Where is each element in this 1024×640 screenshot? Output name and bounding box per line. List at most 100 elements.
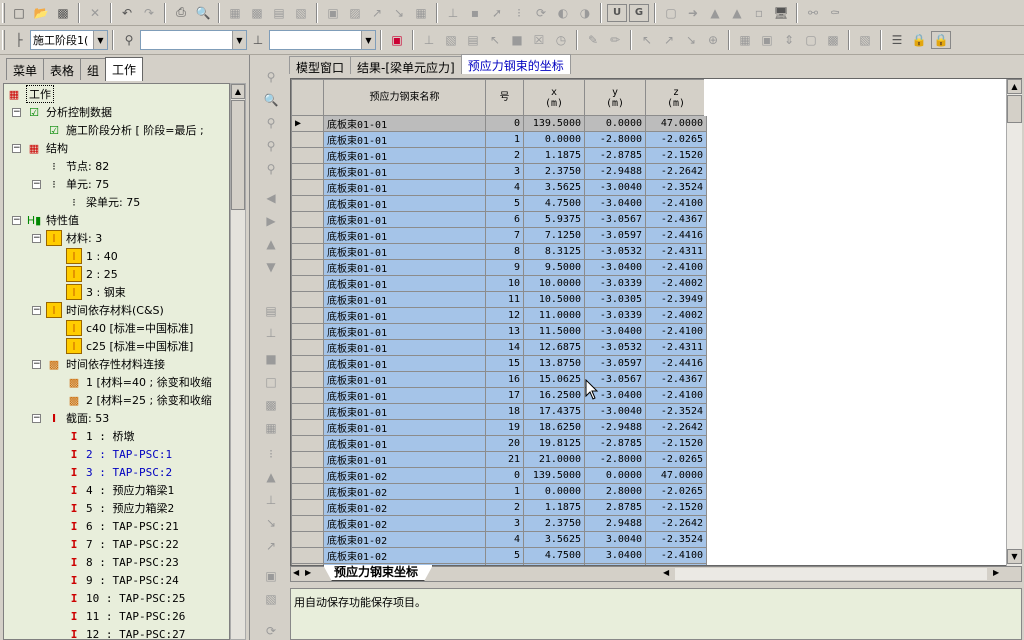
undo-icon[interactable]: ↶ — [117, 4, 137, 22]
cell-x[interactable]: 4.7500 — [523, 195, 585, 212]
cell-z[interactable]: -2.4100 — [645, 547, 707, 564]
zoom-fit-icon[interactable]: ⚲ — [261, 137, 281, 155]
cell-y[interactable]: 2.9488 — [584, 515, 646, 532]
chevron-down-icon[interactable]: ▼ — [93, 31, 107, 49]
table-row[interactable]: 底板束01-01 14 12.6875 -3.0532 -2.4311 — [291, 339, 707, 356]
table-row[interactable]: 底板束01-01 6 5.9375 -3.0567 -2.4367 — [291, 211, 707, 228]
cell-point-no[interactable]: 16 — [485, 371, 524, 388]
table-row[interactable]: 底板束01-01 8 8.3125 -3.0532 -2.4311 — [291, 243, 707, 260]
collapse-toggle-icon[interactable]: − — [12, 216, 21, 225]
cell-tendon-name[interactable]: 底板束01-02 — [323, 531, 486, 548]
cell-y[interactable]: -2.8000 — [584, 451, 646, 468]
collapse-toggle-icon[interactable]: − — [32, 306, 41, 315]
cell-y[interactable]: 0.0000 — [584, 115, 646, 132]
tree-item-section-1[interactable]: I 1 : 桥墩 — [66, 427, 135, 445]
tab-works[interactable]: 工作 — [105, 57, 144, 81]
cell-point-no[interactable]: 5 — [485, 195, 524, 212]
cell-y[interactable]: -2.9488 — [584, 419, 646, 436]
print-icon[interactable]: ⎙ — [171, 4, 191, 22]
cell-x[interactable]: 18.6250 — [523, 419, 585, 436]
cell-tendon-name[interactable]: 底板束01-02 — [323, 483, 486, 500]
grid-snap-icon[interactable]: ▧ — [291, 4, 311, 22]
cell-y[interactable]: 2.8000 — [584, 483, 646, 500]
tab-menu[interactable]: 菜单 — [6, 58, 45, 80]
cell-tendon-name[interactable]: 底板束01-01 — [323, 307, 486, 324]
cell-tendon-name[interactable]: 底板束01-01 — [323, 355, 486, 372]
cell-x[interactable]: 21.0000 — [523, 451, 585, 468]
toolbar-grip[interactable] — [2, 2, 5, 23]
cell-tendon-name[interactable]: 底板束01-02 — [323, 547, 486, 564]
cell-point-no[interactable]: 3 — [485, 515, 524, 532]
tree-item-sections[interactable]: I 截面: 53 — [46, 409, 109, 427]
dim-icon[interactable]: ⊥ — [419, 31, 439, 49]
cell-tendon-name[interactable]: 底板束01-01 — [323, 227, 486, 244]
arrow-right-icon[interactable]: ➜ — [683, 4, 703, 22]
cell-x[interactable]: 139.5000 — [523, 467, 585, 484]
cell-tendon-name[interactable]: 底板束01-02 — [323, 499, 486, 516]
row-header[interactable] — [291, 451, 324, 468]
cell-point-no[interactable]: 20 — [485, 435, 524, 452]
cell-point-no[interactable]: 9 — [485, 259, 524, 276]
cell-x[interactable]: 13.8750 — [523, 355, 585, 372]
cell-tendon-name[interactable]: 底板束01-01 — [323, 435, 486, 452]
cell-tendon-name[interactable]: 底板束01-01 — [323, 243, 486, 260]
row-header[interactable] — [291, 355, 324, 372]
cell-x[interactable]: 15.0625 — [523, 371, 585, 388]
cell-tendon-name[interactable]: 底板束01-01 — [323, 275, 486, 292]
hatch-icon[interactable]: ▤ — [261, 302, 281, 320]
row-header[interactable] — [291, 259, 324, 276]
cell-z[interactable]: -2.4100 — [645, 259, 707, 276]
row-header[interactable] — [291, 371, 324, 388]
view-icon[interactable]: ▧ — [855, 31, 875, 49]
collapse-toggle-icon[interactable]: − — [12, 144, 21, 153]
cell-point-no[interactable]: 14 — [485, 339, 524, 356]
tree-item-section-4[interactable]: I 4 : 预应力箱梁1 — [66, 481, 174, 499]
cell-x[interactable]: 0.0000 — [523, 131, 585, 148]
table-row[interactable]: 底板束01-01 16 15.0625 -3.0567 -2.4367 — [291, 371, 707, 388]
stage-select[interactable]: 施工阶段1( ▼ — [30, 30, 108, 50]
cell-z[interactable]: -2.4100 — [645, 323, 707, 340]
column-header-z[interactable]: z (m) — [645, 79, 707, 116]
cell-x[interactable]: 2.3750 — [523, 515, 585, 532]
cell-tendon-name[interactable]: 底板束01-01 — [323, 371, 486, 388]
cell-x[interactable]: 8.3125 — [523, 243, 585, 260]
delete-icon[interactable]: ✕ — [85, 4, 105, 22]
cell-y[interactable]: -3.0597 — [584, 355, 646, 372]
tab-model-window[interactable]: 模型窗口 — [289, 56, 352, 75]
cell-point-no[interactable]: 4 — [485, 531, 524, 548]
cell-z[interactable]: 47.0000 — [645, 467, 707, 484]
cell-x[interactable]: 17.4375 — [523, 403, 585, 420]
zoom-out-icon[interactable]: ⚲ — [261, 114, 281, 132]
tree-item-section-9[interactable]: I 9 : TAP-PSC:24 — [66, 571, 179, 589]
hscroll-left-button[interactable]: ◀ — [663, 568, 669, 577]
table-row[interactable]: 底板束01-01 12 11.0000 -3.0339 -2.4002 — [291, 307, 707, 324]
edit-icon[interactable]: ✎ — [583, 31, 603, 49]
tree-item-nodes[interactable]: ⁝ 节点: 82 — [46, 157, 109, 175]
grid-icon[interactable]: ▦ — [225, 4, 245, 22]
triangle-icon[interactable]: ▲ — [261, 468, 281, 486]
table-row[interactable]: 底板束01-01 2 1.1875 -2.8785 -2.1520 — [291, 147, 707, 164]
tree-item-section-12[interactable]: I 12 : TAP-PSC:27 — [66, 625, 186, 640]
tree-item-properties[interactable]: H▮ 特性值 — [26, 211, 79, 229]
expand-icon[interactable]: ⇕ — [779, 31, 799, 49]
row-header[interactable] — [291, 307, 324, 324]
table-row[interactable]: 底板束01-01 4 3.5625 -3.0040 -2.3524 — [291, 179, 707, 196]
tree-item-section-3[interactable]: I 3 : TAP-PSC:2 — [66, 463, 172, 481]
cell-point-no[interactable]: 13 — [485, 323, 524, 340]
table-row[interactable]: 底板束01-02 1 0.0000 2.8000 -2.0265 — [291, 483, 707, 500]
scroll-up-button[interactable]: ▲ — [231, 84, 245, 99]
layer-icon[interactable]: ▦ — [261, 419, 281, 437]
zoom-window-icon[interactable]: 🔍 — [261, 91, 281, 109]
zoom-box-icon[interactable]: ▦ — [735, 31, 755, 49]
cell-x[interactable]: 11.5000 — [523, 323, 585, 340]
select-plus-icon[interactable]: ↗ — [659, 31, 679, 49]
cell-x[interactable]: 11.0000 — [523, 307, 585, 324]
rotate-icon[interactable]: ⟳ — [531, 4, 551, 22]
redo-icon[interactable]: ↷ — [139, 4, 159, 22]
cube-icon[interactable]: ▩ — [261, 396, 281, 414]
unlink-icon[interactable]: ⚰ — [825, 4, 845, 22]
table-row[interactable]: ▶ 底板束01-01 0 139.5000 0.0000 47.0000 — [291, 115, 707, 132]
table-row[interactable]: 底板束01-02 4 3.5625 3.0040 -2.3524 — [291, 531, 707, 548]
tree-item-materials[interactable]: I 材料: 3 — [46, 229, 102, 247]
cell-y[interactable]: -3.0339 — [584, 307, 646, 324]
